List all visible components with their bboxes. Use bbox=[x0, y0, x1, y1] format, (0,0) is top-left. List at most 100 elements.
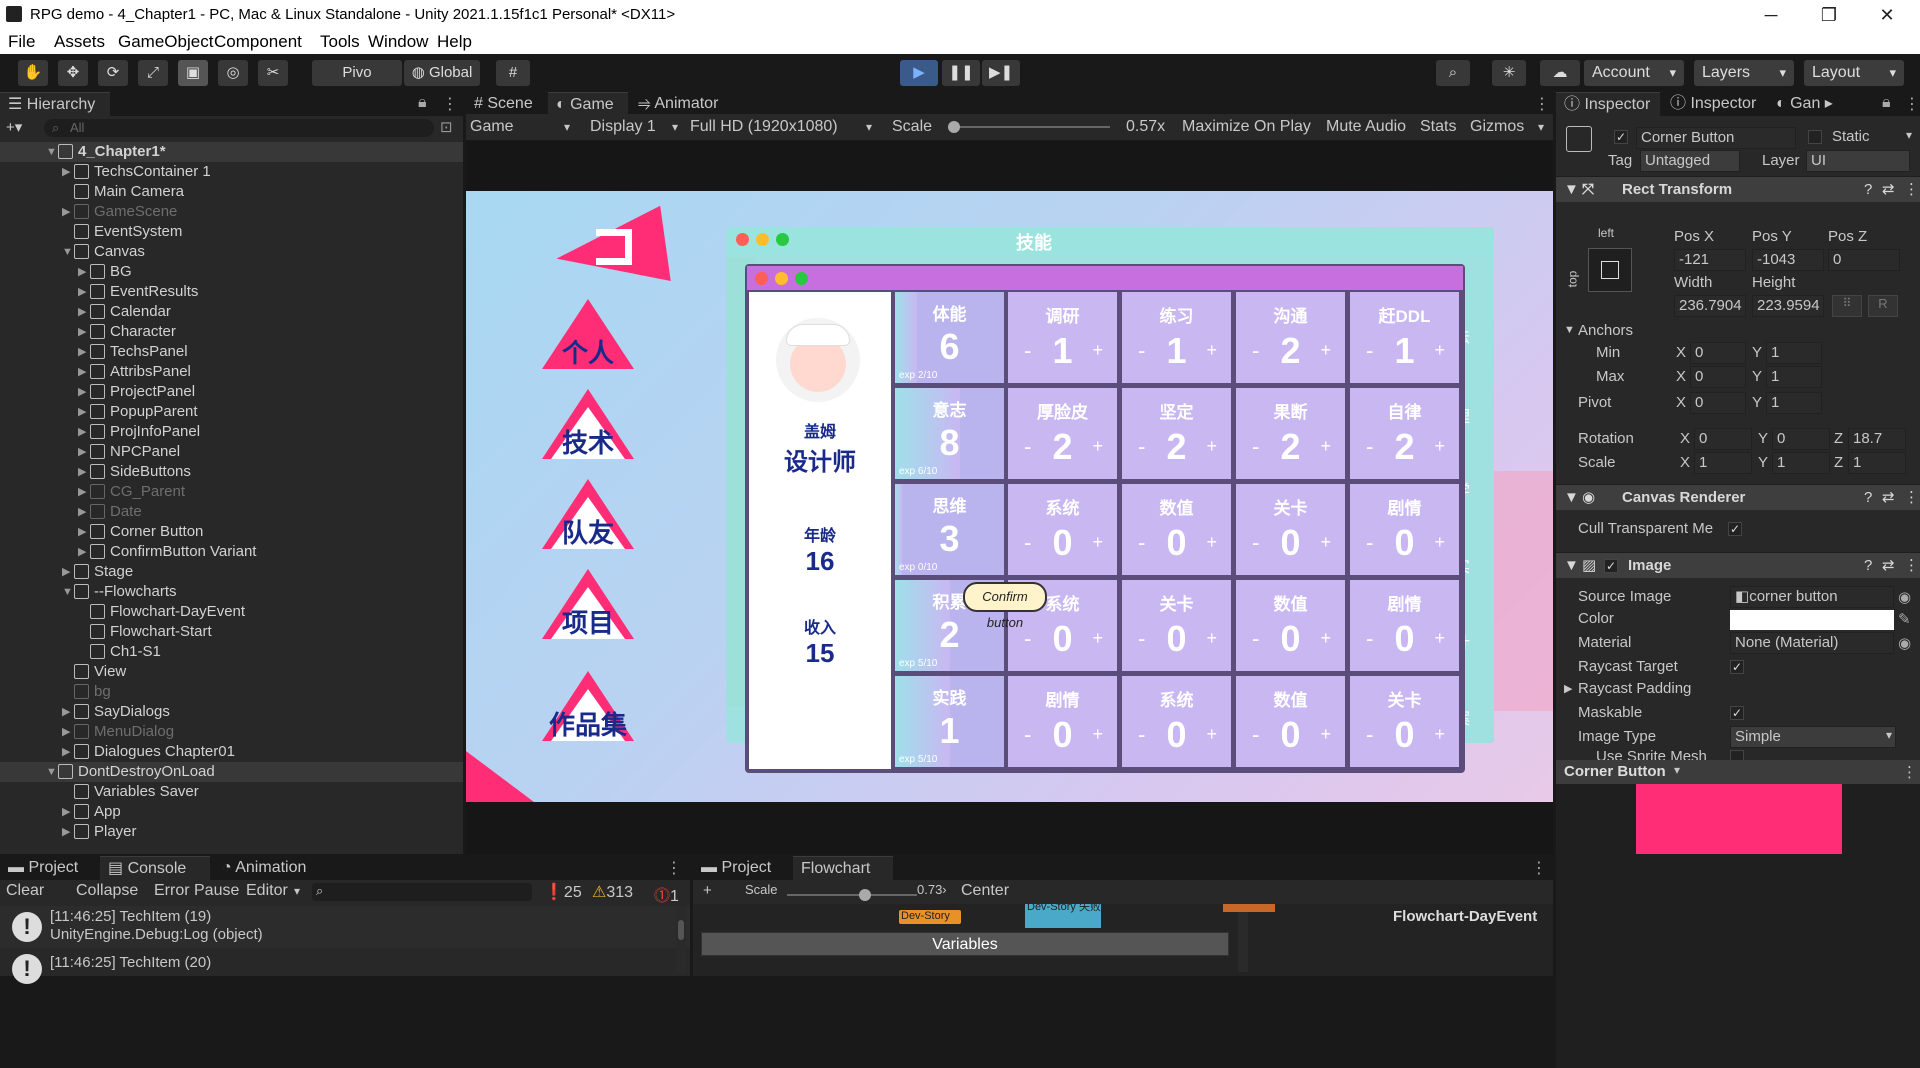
width-field[interactable]: 236.7904 bbox=[1674, 295, 1746, 317]
skill-increment-button[interactable]: + bbox=[1092, 628, 1103, 649]
skill-increment-button[interactable]: + bbox=[1320, 628, 1331, 649]
hierarchy-row[interactable]: ▼ Canvas bbox=[0, 242, 463, 262]
image-type-dropdown[interactable]: Simple bbox=[1730, 726, 1896, 748]
kebab-menu-icon[interactable]: ⋮ bbox=[1904, 485, 1919, 511]
foldout-collapsed-icon[interactable]: ▶ bbox=[78, 422, 86, 442]
tab-game[interactable]: ◐ Game bbox=[548, 92, 628, 116]
skill-increment-button[interactable]: + bbox=[1092, 340, 1103, 361]
hierarchy-row[interactable]: ▼ 4_Chapter1* bbox=[0, 142, 463, 162]
anchor-preset-button[interactable] bbox=[1588, 248, 1632, 292]
foldout-collapsed-icon[interactable]: ▶ bbox=[78, 382, 86, 402]
hierarchy-row[interactable]: ▶ NPCPanel bbox=[0, 442, 463, 462]
rotation-x-field[interactable]: 0 bbox=[1694, 428, 1752, 450]
tab-flowchart[interactable]: Flowchart bbox=[793, 856, 893, 880]
foldout-collapsed-icon[interactable]: ▶ bbox=[62, 202, 70, 222]
rect-tool-icon[interactable]: ▣ bbox=[178, 60, 208, 86]
help-icon[interactable]: ? bbox=[1864, 177, 1872, 203]
hierarchy-row[interactable]: ▶ CG_Parent bbox=[0, 482, 463, 502]
kebab-menu-icon[interactable]: ⋮ bbox=[1534, 94, 1550, 114]
pos-z-field[interactable]: 0 bbox=[1828, 249, 1900, 271]
raw-edit-button[interactable]: R bbox=[1868, 295, 1898, 317]
skill-increment-button[interactable]: + bbox=[1206, 436, 1217, 457]
hierarchy-row[interactable]: ▶ ProjInfoPanel bbox=[0, 422, 463, 442]
skill-increment-button[interactable]: + bbox=[1434, 340, 1445, 361]
add-icon[interactable]: +▾ bbox=[6, 118, 22, 136]
foldout-collapsed-icon[interactable]: ▶ bbox=[78, 462, 86, 482]
services-icon[interactable]: ✳ bbox=[1492, 60, 1526, 86]
foldout-collapsed-icon[interactable]: ▶ bbox=[78, 442, 86, 462]
menu-gameobject[interactable]: GameObject bbox=[118, 32, 213, 52]
skill-increment-button[interactable]: + bbox=[1206, 340, 1217, 361]
tab-scene[interactable]: # Scene bbox=[466, 92, 546, 116]
custom-tool-icon[interactable]: ✂ bbox=[258, 60, 288, 86]
foldout-collapsed-icon[interactable]: ▶ bbox=[78, 362, 86, 382]
hierarchy-row[interactable]: ▶ GameScene bbox=[0, 202, 463, 222]
hierarchy-row[interactable]: bg bbox=[0, 682, 463, 702]
transform-tool-icon[interactable]: ◎ bbox=[218, 60, 248, 86]
hierarchy-row[interactable]: ▶ ProjectPanel bbox=[0, 382, 463, 402]
gizmos-toggle[interactable]: Gizmos bbox=[1470, 118, 1524, 136]
tab-console[interactable]: ▤ Console bbox=[100, 856, 210, 880]
rotation-z-field[interactable]: 18.7 bbox=[1848, 428, 1906, 450]
grid-snap-icon[interactable]: # bbox=[496, 60, 530, 86]
eyedropper-icon[interactable]: ✎ bbox=[1898, 610, 1911, 628]
kebab-menu-icon[interactable]: ⋮ bbox=[666, 858, 682, 878]
menu-window[interactable]: Window bbox=[368, 32, 428, 52]
hierarchy-row[interactable]: Flowchart-DayEvent bbox=[0, 602, 463, 622]
scene-visibility-icon[interactable]: ⊡ bbox=[440, 118, 453, 136]
scale-z-field[interactable]: 1 bbox=[1848, 452, 1906, 474]
foldout-collapsed-icon[interactable]: ▶ bbox=[78, 302, 86, 322]
hierarchy-row[interactable]: ▶ AttribsPanel bbox=[0, 362, 463, 382]
help-icon[interactable]: ? bbox=[1864, 553, 1872, 579]
play-button[interactable]: ▶ bbox=[900, 60, 938, 86]
scale-y-field[interactable]: 1 bbox=[1772, 452, 1830, 474]
foldout-arrow-icon[interactable]: ▼ bbox=[1564, 324, 1575, 336]
anchor-max-x-field[interactable]: 0 bbox=[1690, 366, 1746, 388]
hierarchy-row[interactable]: ▶ MenuDialog bbox=[0, 722, 463, 742]
static-checkbox[interactable] bbox=[1808, 130, 1822, 144]
hierarchy-row[interactable]: Main Camera bbox=[0, 182, 463, 202]
side-button-portfolio[interactable]: 作品集 bbox=[542, 671, 642, 741]
skill-increment-button[interactable]: + bbox=[1206, 628, 1217, 649]
pivot-x-field[interactable]: 0 bbox=[1690, 392, 1746, 414]
foldout-collapsed-icon[interactable]: ▶ bbox=[78, 502, 86, 522]
skill-increment-button[interactable]: + bbox=[1092, 532, 1103, 553]
menu-assets[interactable]: Assets bbox=[54, 32, 105, 52]
hierarchy-row[interactable]: ▶ Character bbox=[0, 322, 463, 342]
skill-increment-button[interactable]: + bbox=[1434, 436, 1445, 457]
skill-increment-button[interactable]: + bbox=[1320, 532, 1331, 553]
preset-icon[interactable]: ⇄ bbox=[1882, 177, 1895, 203]
canvas-renderer-header[interactable]: ▼ ◉ Canvas Renderer? ⇄ ⋮ bbox=[1556, 484, 1920, 510]
chevron-down-icon[interactable]: ▾ bbox=[1906, 128, 1912, 142]
hand-tool-icon[interactable]: ✋ bbox=[18, 60, 48, 86]
skill-increment-button[interactable]: + bbox=[1320, 724, 1331, 745]
foldout-collapsed-icon[interactable]: ▶ bbox=[78, 522, 86, 542]
foldout-expanded-icon[interactable]: ▼ bbox=[62, 582, 73, 602]
hierarchy-row[interactable]: ▶ Stage bbox=[0, 562, 463, 582]
tab-inspector-1[interactable]: ⓘ Inspector bbox=[1556, 92, 1660, 116]
preset-icon[interactable]: ⇄ bbox=[1882, 485, 1895, 511]
console-scrollbar[interactable] bbox=[676, 906, 686, 974]
hierarchy-row[interactable]: Ch1-S1 bbox=[0, 642, 463, 662]
foldout-collapsed-icon[interactable]: ▶ bbox=[62, 702, 70, 722]
rotate-tool-icon[interactable]: ⟳ bbox=[98, 60, 128, 86]
foldout-expanded-icon[interactable]: ▼ bbox=[46, 762, 57, 782]
anchor-min-y-field[interactable]: 1 bbox=[1766, 342, 1822, 364]
collapse-toggle[interactable]: Collapse bbox=[76, 882, 138, 900]
hierarchy-row[interactable]: ▶ App bbox=[0, 802, 463, 822]
scale-tool-icon[interactable]: ⤢ bbox=[138, 60, 168, 86]
tab-game-3[interactable]: ◐ Gan ▸ bbox=[1768, 92, 1858, 116]
foldout-collapsed-icon[interactable]: ▶ bbox=[78, 402, 86, 422]
account-dropdown[interactable]: Account bbox=[1584, 60, 1684, 86]
menu-tools[interactable]: Tools bbox=[320, 32, 360, 52]
help-icon[interactable]: ? bbox=[1864, 485, 1872, 511]
kebab-menu-icon[interactable]: ⋮ bbox=[1531, 858, 1547, 878]
move-tool-icon[interactable]: ✥ bbox=[58, 60, 88, 86]
game-canvas[interactable]: 个人 技术 队友 项目 作品集 技能 法 理 学 实 计 案 bbox=[466, 191, 1553, 802]
raycast-target-checkbox[interactable]: ✓ bbox=[1730, 660, 1744, 674]
flowchart-canvas[interactable]: Dev-Story Dev-Story 失败 Variables Flowcha… bbox=[693, 904, 1553, 976]
hierarchy-row[interactable]: ▶ Player bbox=[0, 822, 463, 842]
rotation-y-field[interactable]: 0 bbox=[1772, 428, 1830, 450]
foldout-collapsed-icon[interactable]: ▶ bbox=[78, 262, 86, 282]
scale-slider-thumb[interactable] bbox=[948, 121, 960, 133]
